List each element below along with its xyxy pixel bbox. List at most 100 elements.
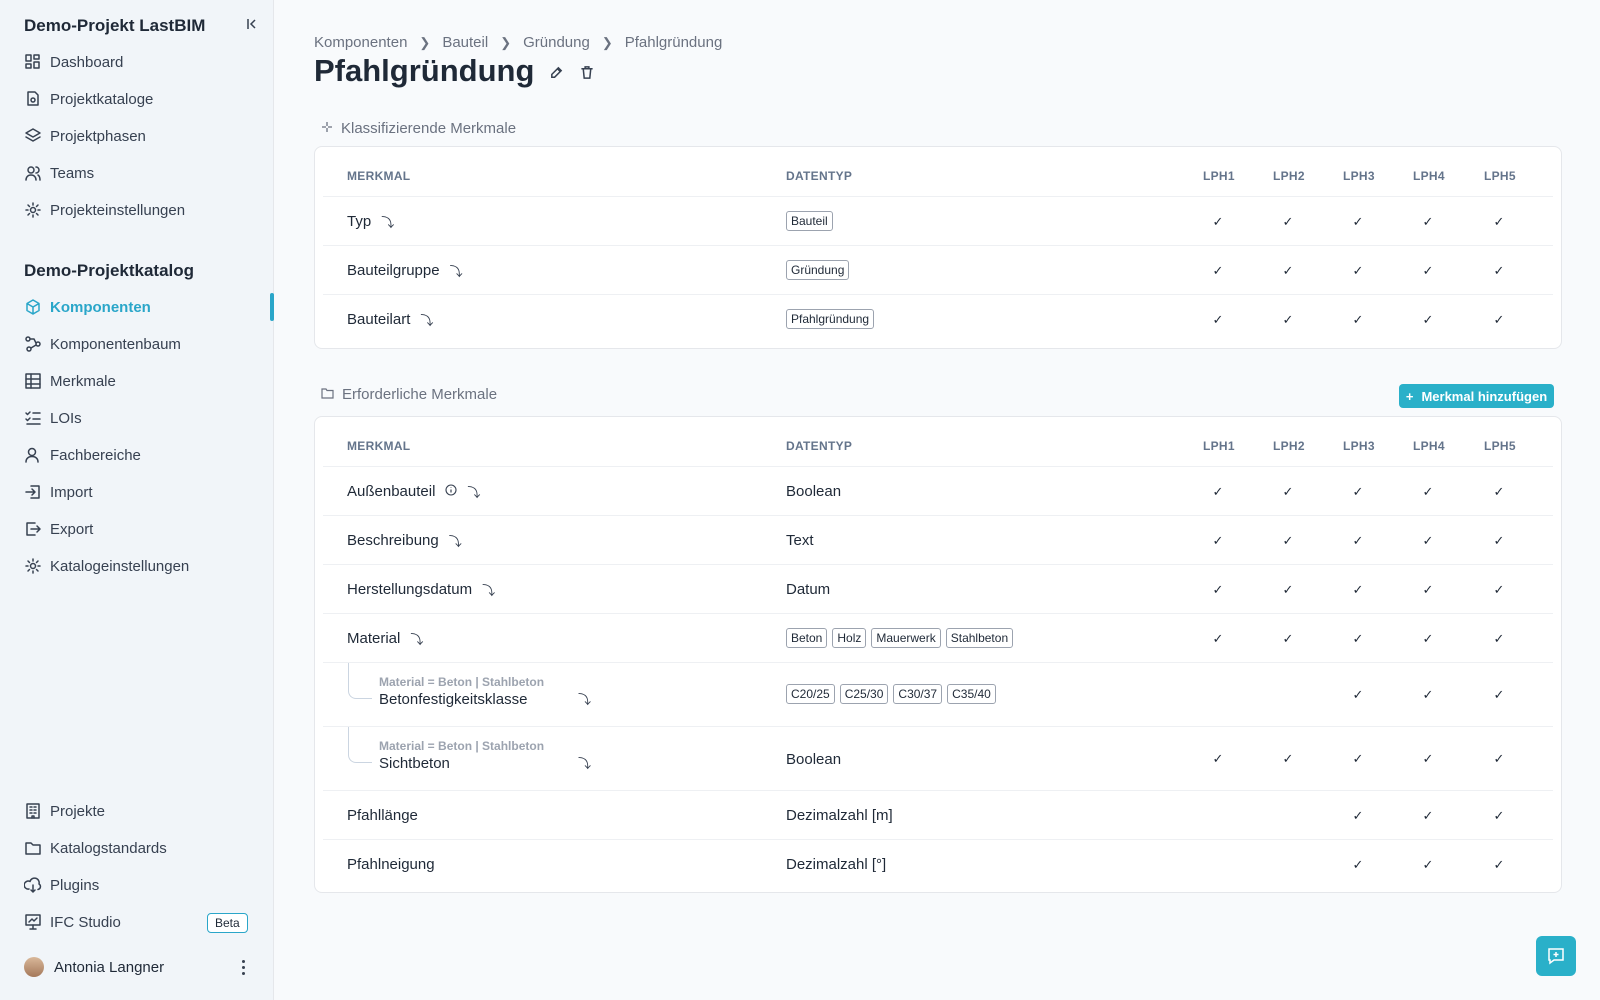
table-row[interactable] bbox=[323, 791, 1553, 840]
sidebar-item-teams[interactable]: Teams bbox=[24, 159, 260, 187]
phase-check-icon[interactable]: ✓ bbox=[1281, 631, 1295, 647]
phase-check-icon[interactable]: ✓ bbox=[1281, 582, 1295, 598]
feedback-chat-button[interactable] bbox=[1536, 936, 1576, 976]
phase-check-icon[interactable]: ✓ bbox=[1281, 751, 1295, 767]
phase-check-icon[interactable]: ✓ bbox=[1351, 751, 1365, 767]
sidebar-item-projektkataloge[interactable]: Projektkataloge bbox=[24, 85, 260, 113]
table-row[interactable] bbox=[323, 197, 1553, 246]
phase-check-icon[interactable]: ✓ bbox=[1351, 687, 1365, 703]
sidebar-item-komponentenbaum[interactable]: Komponentenbaum bbox=[24, 330, 260, 358]
table-row[interactable] bbox=[323, 565, 1553, 614]
sidebar-item-lois[interactable]: LOIs bbox=[24, 404, 260, 432]
sidebar-item-projekte[interactable]: Projekte bbox=[24, 797, 260, 825]
property-name-cell: Typ ⤵ bbox=[347, 212, 394, 232]
phase-check-icon[interactable]: ✓ bbox=[1211, 312, 1225, 328]
sidebar-item-label: Komponenten bbox=[50, 298, 151, 316]
phase-check-icon[interactable]: ✓ bbox=[1281, 263, 1295, 279]
phase-check-icon[interactable]: ✓ bbox=[1492, 808, 1506, 824]
breadcrumb-item[interactable]: Bauteil bbox=[442, 34, 488, 51]
phase-check-icon[interactable]: ✓ bbox=[1421, 857, 1435, 873]
more-options-icon[interactable] bbox=[238, 958, 248, 976]
sidebar-item-dashboard[interactable]: Dashboard bbox=[24, 48, 260, 76]
sidebar-item-projekteinstellungen[interactable]: Projekteinstellungen bbox=[24, 196, 260, 224]
phase-check-icon[interactable]: ✓ bbox=[1351, 214, 1365, 230]
phase-check-icon[interactable]: ✓ bbox=[1492, 582, 1506, 598]
phase-check-icon[interactable]: ✓ bbox=[1421, 582, 1435, 598]
phase-check-icon[interactable]: ✓ bbox=[1351, 582, 1365, 598]
header-divider bbox=[323, 417, 1553, 467]
info-icon[interactable] bbox=[445, 483, 457, 500]
phase-check-icon[interactable]: ✓ bbox=[1351, 484, 1365, 500]
phase-check-icon[interactable]: ✓ bbox=[1211, 533, 1225, 549]
phase-check-icon[interactable]: ✓ bbox=[1421, 484, 1435, 500]
edit-icon[interactable] bbox=[547, 63, 565, 81]
phase-check-icon[interactable]: ✓ bbox=[1492, 687, 1506, 703]
property-name: Betonfestigkeitsklasse bbox=[379, 691, 528, 708]
inherit-arrow-icon: ⤵ bbox=[467, 485, 481, 500]
phase-check-icon[interactable]: ✓ bbox=[1211, 631, 1225, 647]
phase-check-icon[interactable]: ✓ bbox=[1421, 808, 1435, 824]
breadcrumb-item[interactable]: Gründung bbox=[523, 34, 590, 51]
phase-check-icon[interactable]: ✓ bbox=[1492, 312, 1506, 328]
checklist-icon bbox=[24, 409, 42, 427]
phase-check-icon[interactable]: ✓ bbox=[1492, 263, 1506, 279]
phase-check-icon[interactable]: ✓ bbox=[1281, 484, 1295, 500]
phase-check-icon[interactable]: ✓ bbox=[1211, 751, 1225, 767]
cube-icon bbox=[24, 298, 42, 316]
phase-check-icon[interactable]: ✓ bbox=[1351, 533, 1365, 549]
sidebar-item-merkmale[interactable]: Merkmale bbox=[24, 367, 260, 395]
phase-check-icon[interactable]: ✓ bbox=[1421, 263, 1435, 279]
value-tag: C20/25 bbox=[786, 684, 835, 704]
condition-label: Material = Beton | Stahlbeton bbox=[379, 675, 545, 689]
user-profile[interactable]: Antonia Langner bbox=[24, 953, 260, 981]
sidebar-item-katalogstandards[interactable]: Katalogstandards bbox=[24, 834, 260, 862]
phase-check-icon[interactable]: ✓ bbox=[1421, 631, 1435, 647]
sidebar-item-fachbereiche[interactable]: Fachbereiche bbox=[24, 441, 260, 469]
phase-check-icon[interactable]: ✓ bbox=[1421, 533, 1435, 549]
sidebar-item-import[interactable]: Import bbox=[24, 478, 260, 506]
sidebar-item-katalogeinstellungen[interactable]: Katalogeinstellungen bbox=[24, 552, 260, 580]
breadcrumb-item[interactable]: Komponenten bbox=[314, 34, 407, 51]
folder-icon bbox=[24, 839, 42, 857]
phase-check-icon[interactable]: ✓ bbox=[1421, 751, 1435, 767]
table-row[interactable] bbox=[323, 295, 1553, 344]
phase-check-icon[interactable]: ✓ bbox=[1211, 263, 1225, 279]
phase-check-icon[interactable]: ✓ bbox=[1351, 312, 1365, 328]
phase-check-icon[interactable]: ✓ bbox=[1351, 631, 1365, 647]
add-property-button[interactable]: + Merkmal hinzufügen bbox=[1399, 384, 1554, 408]
table-icon bbox=[24, 372, 42, 390]
datatype-tags: Beton Holz Mauerwerk Stahlbeton bbox=[786, 627, 1014, 648]
phase-check-icon[interactable]: ✓ bbox=[1281, 533, 1295, 549]
table-row[interactable] bbox=[323, 840, 1553, 889]
trash-icon[interactable] bbox=[578, 63, 596, 81]
value-tag: C35/40 bbox=[947, 684, 996, 704]
phase-check-icon[interactable]: ✓ bbox=[1492, 484, 1506, 500]
table-row[interactable] bbox=[323, 467, 1553, 516]
collapse-sidebar-icon[interactable] bbox=[244, 16, 260, 32]
phase-check-icon[interactable]: ✓ bbox=[1351, 263, 1365, 279]
phase-check-icon[interactable]: ✓ bbox=[1211, 582, 1225, 598]
value-tag: Holz bbox=[832, 627, 867, 648]
phase-check-icon[interactable]: ✓ bbox=[1492, 533, 1506, 549]
phase-check-icon[interactable]: ✓ bbox=[1281, 214, 1295, 230]
sidebar-item-export[interactable]: Export bbox=[24, 515, 260, 543]
sidebar-item-projektphasen[interactable]: Projektphasen bbox=[24, 122, 260, 150]
phase-check-icon[interactable]: ✓ bbox=[1281, 312, 1295, 328]
table-row[interactable] bbox=[323, 516, 1553, 565]
phase-check-icon[interactable]: ✓ bbox=[1492, 631, 1506, 647]
inherit-arrow-icon: ⤵ bbox=[578, 756, 592, 771]
sidebar-item-komponenten[interactable]: Komponenten bbox=[24, 293, 260, 321]
phase-check-icon[interactable]: ✓ bbox=[1421, 312, 1435, 328]
phase-check-icon[interactable]: ✓ bbox=[1421, 687, 1435, 703]
phase-check-icon[interactable]: ✓ bbox=[1492, 214, 1506, 230]
phase-check-icon[interactable]: ✓ bbox=[1421, 214, 1435, 230]
phase-check-icon[interactable]: ✓ bbox=[1492, 751, 1506, 767]
property-name: Herstellungsdatum bbox=[347, 581, 473, 598]
phase-check-icon[interactable]: ✓ bbox=[1351, 857, 1365, 873]
sidebar-item-plugins[interactable]: Plugins bbox=[24, 871, 260, 899]
phase-check-icon[interactable]: ✓ bbox=[1211, 214, 1225, 230]
phase-check-icon[interactable]: ✓ bbox=[1351, 808, 1365, 824]
phase-check-icon[interactable]: ✓ bbox=[1211, 484, 1225, 500]
table-row[interactable] bbox=[323, 246, 1553, 295]
phase-check-icon[interactable]: ✓ bbox=[1492, 857, 1506, 873]
